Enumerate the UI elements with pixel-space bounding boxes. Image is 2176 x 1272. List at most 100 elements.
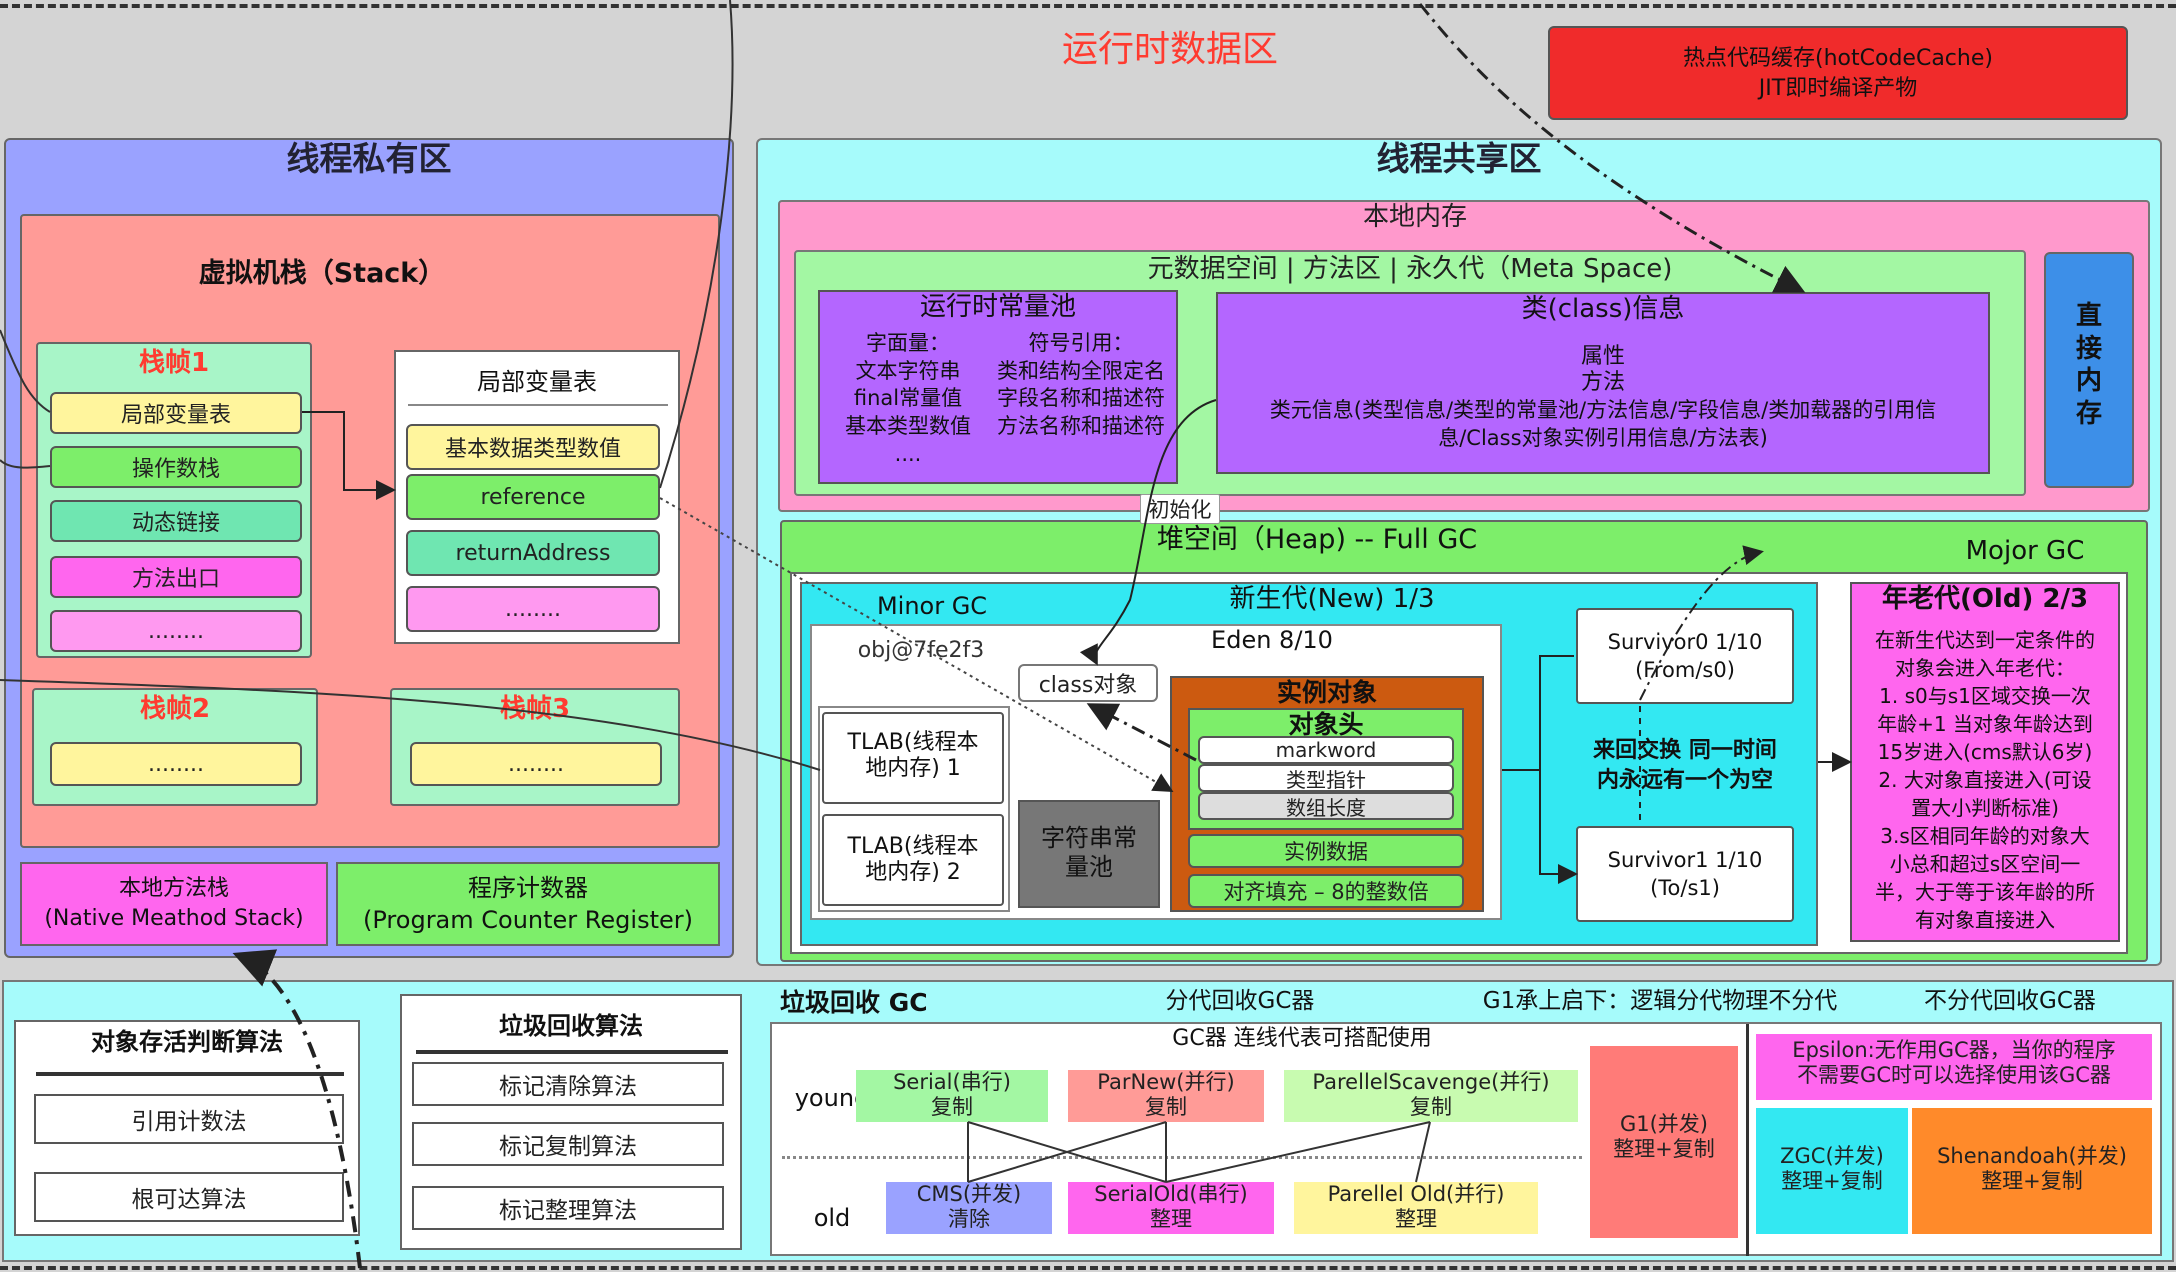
stack-frame-2-title: 栈帧2 [139, 694, 211, 724]
serial-collector-label: Serial(串行) 复制 [893, 1070, 1011, 1120]
stack-frame-3-title: 栈帧3 [499, 694, 571, 724]
frame1-local-vars: 局部变量表 [50, 392, 302, 434]
root-reachability: 根可达算法 [34, 1172, 344, 1222]
diagram-root: 运行时数据区 热点代码缓存(hotCodeCache) JIT即时编译产物 线程… [0, 0, 2176, 1272]
class-info-methods: 方法 [1580, 370, 1625, 395]
serial-old-collector: SerialOld(串行) 整理 [1068, 1182, 1274, 1234]
runtime-constant-pool: 运行时常量池 字面量： 文本字符串 final常量值 基本类型数值 .... 符… [818, 290, 1178, 484]
hot-code-cache-line1: 热点代码缓存(hotCodeCache) [1683, 46, 1993, 71]
locals-return-address: returnAddress [406, 530, 660, 576]
reference-counting: 引用计数法 [34, 1094, 344, 1144]
native-method-stack-line2: (Native Meathod Stack) [44, 906, 304, 931]
program-counter-register: 程序计数器 (Program Counter Register) [336, 862, 720, 946]
old-generation-desc: 在新生代达到一定条件的 对象会进入年老代： 1. s0与s1区域交换一次 年龄+… [1875, 628, 2095, 932]
tlab-2: TLAB(线程本 地内存) 2 [822, 814, 1004, 906]
gc-algorithms-title: 垃圾回收算法 [499, 1012, 643, 1040]
collector-combo-title: GC器 连线代表可搭配使用 [1172, 1026, 1432, 1051]
parallel-old-collector: Parellel Old(并行) 整理 [1294, 1182, 1538, 1234]
major-gc-label: Mojor GC [1965, 536, 2085, 566]
hot-code-cache-box: 热点代码缓存(hotCodeCache) JIT即时编译产物 [1548, 26, 2128, 120]
program-counter-line1: 程序计数器 [468, 874, 588, 902]
string-constant-pool-label: 字符串常 量池 [1041, 824, 1137, 881]
rt-pool-symbolic-refs: 符号引用： 类和结构全限定名 字段名称和描述符 方法名称和描述符 [997, 331, 1165, 439]
young-old-divider [782, 1156, 1582, 1159]
gc-algorithms-underline [416, 1050, 728, 1054]
g1-collector-label: G1(并发) 整理+复制 [1613, 1112, 1715, 1162]
direct-memory-box: 直 接 内 存 [2044, 252, 2134, 488]
tlab-2-label: TLAB(线程本 地内存) 2 [847, 834, 979, 886]
serial-collector: Serial(串行) 复制 [856, 1070, 1048, 1122]
survivor-1: Survivor1 1/10 (To/s1) [1576, 826, 1794, 922]
locals-more: ........ [406, 586, 660, 632]
gc-title: 垃圾回收 GC [780, 988, 928, 1017]
frame3-item: ........ [410, 742, 662, 786]
parallel-scavenge-label: ParellelScavenge(并行) 复制 [1312, 1070, 1550, 1120]
thread-shared-title: 线程共享区 [1376, 139, 1542, 178]
tlab-1: TLAB(线程本 地内存) 1 [822, 712, 1004, 804]
object-reference-label: obj@7fe2f3 [857, 638, 985, 663]
native-memory-title: 本地内存 [1362, 202, 1467, 232]
epsilon-collector-label: Epsilon:无作用GC器，当你的程序 不需要GC时可以选择使用该GC器 [1792, 1038, 2116, 1088]
mark-compact: 标记整理算法 [412, 1186, 724, 1230]
class-info-meta-line1: 类元信息(类型信息/类型的常量池/方法信息/字段信息/类加载器的引用信 [1269, 398, 1937, 422]
local-variable-table-title: 局部变量表 [477, 368, 597, 396]
class-info-title: 类(class)信息 [1521, 294, 1685, 324]
g1-title: G1承上启下：逻辑分代物理不分代 [1482, 988, 1838, 1014]
stack-frame-1-title: 栈帧1 [138, 348, 210, 378]
rt-pool-literals: 字面量： 文本字符串 final常量值 基本类型数值 .... [845, 331, 971, 466]
mark-sweep: 标记清除算法 [412, 1062, 724, 1106]
program-counter-line2: (Program Counter Register) [363, 906, 693, 934]
class-info-attributes: 属性 [1580, 344, 1625, 369]
bottom-dashed-border [0, 1266, 2176, 1270]
local-variable-table-underline [408, 404, 668, 406]
old-label: old [813, 1204, 851, 1232]
frame1-dynamic-link: 动态链接 [50, 500, 302, 542]
heap-title: 堆空间（Heap) -- Full GC [1156, 524, 1478, 555]
survivor-1-label: Survivor1 1/10 (To/s1) [1607, 848, 1763, 901]
non-gen-divider [1746, 1024, 1749, 1256]
epsilon-collector: Epsilon:无作用GC器，当你的程序 不需要GC时可以选择使用该GC器 [1756, 1034, 2152, 1100]
class-object: class对象 [1018, 664, 1158, 702]
generational-gc-title: 分代回收GC器 [1165, 988, 1315, 1014]
liveness-algorithms-title: 对象存活判断算法 [91, 1028, 283, 1056]
native-method-stack-line1: 本地方法栈 [118, 876, 229, 901]
frame2-item: ........ [50, 742, 302, 786]
eden-title: Eden 8/10 [1211, 626, 1333, 654]
zgc-collector: ZGC(并发) 整理+复制 [1756, 1108, 1908, 1234]
metaspace-title: 元数据空间 | 方法区 | 永久代（Meta Space) [1147, 254, 1673, 284]
tlab-1-label: TLAB(线程本 地内存) 1 [847, 730, 979, 782]
frame1-more: ........ [50, 610, 302, 652]
cms-collector-label: CMS(并发) 清除 [916, 1182, 1022, 1232]
initialize-label: 初始化 [1140, 494, 1220, 524]
thread-private-title: 线程私有区 [286, 139, 452, 178]
shenandoah-collector-label: Shenandoah(并发) 整理+复制 [1937, 1144, 2127, 1194]
alignment-padding-field: 对齐填充 – 8的整数倍 [1188, 874, 1464, 908]
frame1-method-exit: 方法出口 [50, 556, 302, 598]
class-info-meta-line2: 息/Class对象实例引用信息/方法表) [1438, 426, 1768, 450]
survivor-0: Survivor0 1/10 (From/s0) [1576, 608, 1794, 704]
cms-collector: CMS(并发) 清除 [886, 1182, 1052, 1234]
top-dashed-border [0, 4, 2176, 8]
mark-copy: 标记复制算法 [412, 1122, 724, 1166]
vm-stack-title: 虚拟机栈（Stack） [198, 258, 446, 289]
survivor-swap-note: 来回交换 同一时间 内永远有一个为空 [1593, 738, 1777, 793]
survivor-0-label: Survivor0 1/10 (From/s0) [1607, 630, 1763, 683]
runtime-constant-pool-title: 运行时常量池 [919, 292, 1076, 322]
parallel-old-label: Parellel Old(并行) 整理 [1327, 1182, 1505, 1232]
minor-gc-label: Minor GC [876, 592, 988, 620]
new-generation-title: 新生代(New) 1/3 [1229, 584, 1435, 614]
array-length-field: 数组长度 [1198, 792, 1454, 820]
parnew-collector: ParNew(并行) 复制 [1068, 1070, 1264, 1122]
string-constant-pool: 字符串常 量池 [1018, 800, 1160, 908]
instance-object-title: 实例对象 [1276, 678, 1377, 707]
g1-collector: G1(并发) 整理+复制 [1590, 1046, 1738, 1238]
parnew-collector-label: ParNew(并行) 复制 [1097, 1070, 1235, 1120]
locals-reference: reference [406, 474, 660, 520]
old-generation-title: 年老代(Old) 2/3 [1881, 584, 2089, 614]
instance-data-field: 实例数据 [1188, 834, 1464, 868]
shenandoah-collector: Shenandoah(并发) 整理+复制 [1912, 1108, 2152, 1234]
liveness-title-underline [36, 1072, 344, 1076]
native-method-stack: 本地方法栈 (Native Meathod Stack) [20, 862, 328, 946]
page-title: 运行时数据区 [1061, 29, 1278, 70]
parallel-scavenge-collector: ParellelScavenge(并行) 复制 [1284, 1070, 1578, 1122]
